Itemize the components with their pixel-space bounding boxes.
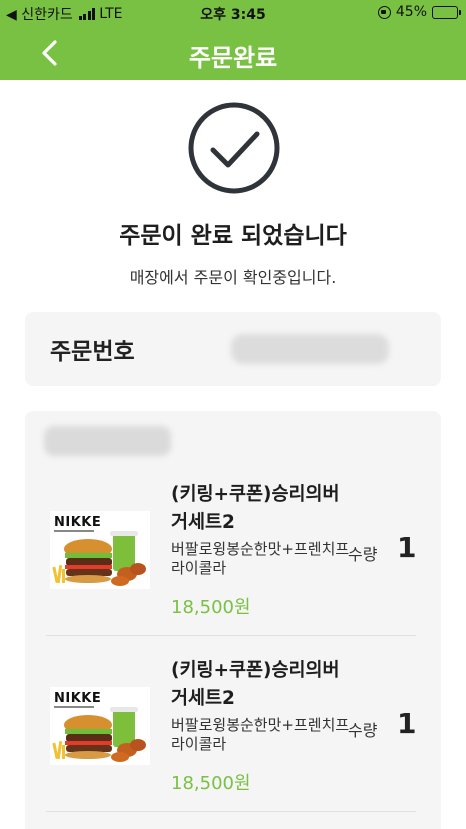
order-number-label: 주문번호 — [50, 339, 135, 365]
check-circle-icon — [188, 102, 280, 194]
completion-title: 주문이 완료 되었습니다 — [119, 223, 347, 249]
page-title: 주문완료 — [188, 44, 278, 72]
orientation-lock-icon — [377, 5, 391, 19]
item-divider — [46, 635, 416, 636]
order-number-value-redacted — [231, 334, 389, 364]
item-quantity: 1 — [397, 707, 417, 740]
burger-set-illustration: NIKKE — [50, 511, 150, 589]
menu-item-image: NIKKE — [50, 687, 150, 765]
item-name: (키링+쿠폰)승리의버거세트2 — [171, 484, 340, 533]
brand-logo-text: NIKKE — [54, 515, 101, 530]
item-quantity: 1 — [397, 531, 417, 564]
order-items-card: NIKKE (키링+쿠폰)승리의버거세트2 버팔로윙봉순한맛+프렌치프라이콜라 … — [25, 411, 441, 829]
item-description: 버팔로윙봉순한맛+프렌치프라이콜라 — [171, 540, 350, 577]
item-divider — [46, 811, 416, 812]
status-bar: ◀ 신한카드 LTE 오후 3:45 45% — [0, 0, 466, 26]
quantity-label: 수량 — [348, 721, 378, 740]
item-price: 18,500원 — [171, 597, 251, 618]
item-description: 버팔로윙봉순한맛+프렌치프라이콜라 — [171, 716, 350, 753]
order-item: NIKKE (키링+쿠폰)승리의버거세트2 버팔로윙봉순한맛+프렌치프라이콜라 … — [25, 637, 441, 813]
item-name: (키링+쿠폰)승리의버거세트2 — [171, 660, 340, 709]
order-number-card: 주문번호 — [25, 312, 441, 386]
burger-set-illustration: NIKKE — [50, 687, 150, 765]
battery-icon — [432, 5, 461, 19]
battery-percent: 45% — [395, 4, 427, 20]
brand-logo-text: NIKKE — [54, 691, 101, 706]
menu-item-image: NIKKE — [50, 511, 150, 589]
order-item: NIKKE (키링+쿠폰)승리의버거세트2 버팔로윙봉순한맛+프렌치프라이콜라 … — [25, 461, 441, 637]
nav-bar: 주문완료 — [0, 26, 466, 80]
quantity-label: 수량 — [348, 545, 378, 564]
item-price: 18,500원 — [171, 773, 251, 794]
completion-subtitle: 매장에서 주문이 확인중입니다. — [129, 268, 337, 287]
status-right: 45% — [377, 4, 461, 20]
store-name-redacted — [44, 426, 171, 456]
